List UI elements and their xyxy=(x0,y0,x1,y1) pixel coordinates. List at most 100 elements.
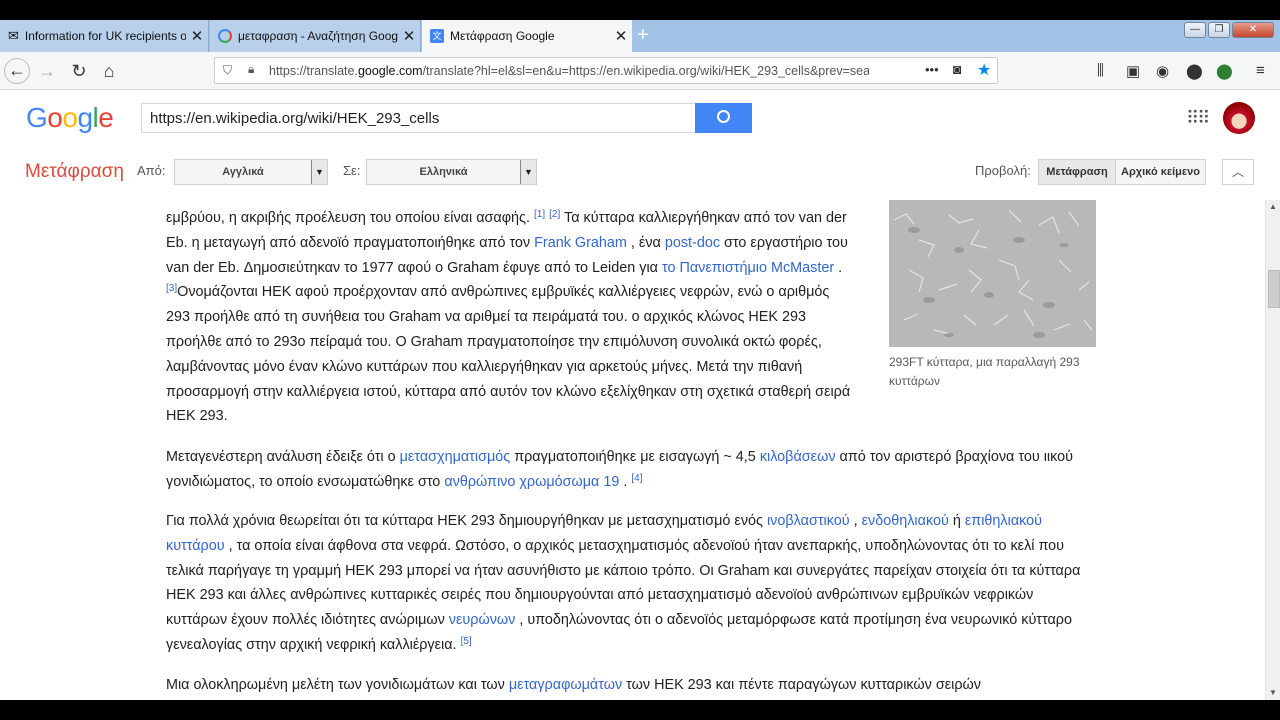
chevron-down-icon: ▼ xyxy=(311,160,327,184)
paragraph-text: των HEK 293 και πέντε παραγώγων κυτταρικ… xyxy=(626,677,981,693)
avatar[interactable] xyxy=(1223,102,1255,134)
paragraph-text: Για πολλά χρόνια θεωρείται ότι τα κύτταρ… xyxy=(166,513,763,529)
page-scrollbar[interactable]: ▲ ▼ xyxy=(1265,200,1280,700)
source-language-value: Αγγλικά xyxy=(222,166,264,178)
paragraph-text: εμβρύου, η ακριβής προέλευση του οποίου … xyxy=(166,210,530,226)
collapse-toolbar-button[interactable]: ︿ xyxy=(1222,159,1254,185)
paragraph-text: Μια ολοκληρωμένη μελέτη των γονιδιωμάτων… xyxy=(166,677,505,693)
apps-grid-icon[interactable]: ⠿⠿ xyxy=(1186,108,1210,129)
paragraph-text: . xyxy=(838,259,843,276)
link-transformation[interactable]: μετασχηματισμός xyxy=(400,449,511,465)
logo-letter: g xyxy=(77,102,93,133)
extension-green-icon[interactable]: ⬤ xyxy=(1216,62,1233,80)
menu-icon[interactable]: ≡ xyxy=(1256,62,1265,79)
close-window-button[interactable]: ✕ xyxy=(1232,22,1274,38)
tab-google-translate[interactable]: 文 Μετάφραση Google ✕ xyxy=(422,20,632,52)
article-content: 293FT κύτταρα, μια παραλλαγή 293 κυττάρω… xyxy=(0,200,1280,700)
from-label: Από: xyxy=(137,163,166,178)
forward-icon[interactable]: → xyxy=(34,58,60,84)
link-neurons[interactable]: νευρώνων xyxy=(449,612,516,628)
logo-letter: G xyxy=(26,102,48,133)
tab-information-uk[interactable]: ✉ Information for UK recipients o ✕ xyxy=(0,20,209,52)
citation-link[interactable]: [2] xyxy=(549,209,560,220)
tab-title: Information for UK recipients o xyxy=(24,29,186,43)
paragraph-4: Μια ολοκληρωμένη μελέτη των γονιδιωμάτων… xyxy=(166,673,1096,698)
view-translation-button[interactable]: Μετάφραση xyxy=(1038,159,1116,185)
tab-google-search[interactable]: μεταφραση - Αναζήτηση Goog ✕ xyxy=(210,20,421,52)
citation-link[interactable]: [4] xyxy=(631,473,642,484)
close-tab-icon[interactable]: ✕ xyxy=(610,27,632,45)
address-bar[interactable]: ⛉ 🔒︎ https://translate.google.com/transl… xyxy=(214,57,998,84)
shield-icon[interactable]: ⛉ xyxy=(223,63,232,78)
citation-link[interactable]: [3] xyxy=(166,283,177,294)
paragraph-text: . xyxy=(623,473,628,490)
close-tab-icon[interactable]: ✕ xyxy=(398,27,420,45)
account-icon[interactable]: ◉ xyxy=(1156,62,1169,80)
link-post-doc[interactable]: post-doc xyxy=(665,235,720,251)
lock-icon[interactable]: 🔒︎ xyxy=(248,62,254,77)
link-mcmaster-university[interactable]: το Πανεπιστήμιο McMaster xyxy=(662,260,834,276)
library-icon[interactable]: ⫼ xyxy=(1097,62,1104,79)
page-actions-icon[interactable]: ••• xyxy=(925,62,939,77)
link-transcriptomes[interactable]: μεταγραφωμάτων xyxy=(509,677,622,693)
citation-link[interactable]: [1] xyxy=(534,209,545,220)
scroll-down-icon[interactable]: ▼ xyxy=(1269,688,1277,697)
google-icon xyxy=(218,29,232,43)
paragraph-text: ή xyxy=(952,513,961,529)
translate-icon: 文 xyxy=(430,29,444,43)
google-header: Google https://en.wikipedia.org/wiki/HEK… xyxy=(0,90,1280,146)
reload-icon[interactable]: ↻ xyxy=(66,58,92,84)
link-fibroblast[interactable]: ινοβλαστικού xyxy=(767,513,850,529)
screen-top-border xyxy=(0,0,1280,20)
link-chromosome-19[interactable]: ανθρώπινο χρωμόσωμα 19 xyxy=(444,474,619,490)
translate-toolbar: Μετάφραση Από: Αγγλικά ▼ Σε: Ελληνικά ▼ … xyxy=(0,146,1280,201)
minimize-button[interactable]: — xyxy=(1184,22,1206,38)
scroll-up-icon[interactable]: ▲ xyxy=(1269,202,1277,211)
new-tab-icon[interactable]: + xyxy=(637,24,649,47)
paragraph-text: Ονομάζονται HEK αφού προέρχονταν από ανθ… xyxy=(166,284,851,425)
back-icon[interactable]: ← xyxy=(4,58,30,84)
paragraph-text: Μεταγενέστερη ανάλυση έδειξε ότι ο xyxy=(166,449,396,465)
paragraph-text: , ένα xyxy=(630,234,661,251)
citation-link[interactable]: [5] xyxy=(461,636,472,647)
link-endothelial[interactable]: ενδοθηλιακού xyxy=(862,513,949,529)
chevron-up-icon: ︿ xyxy=(1231,165,1244,179)
sidebar-icon[interactable]: ▣ xyxy=(1126,62,1140,80)
paragraph-2: Μεταγενέστερη ανάλυση έδειξε ότι ο μετασ… xyxy=(166,445,1096,495)
target-language-select[interactable]: Ελληνικά ▼ xyxy=(366,159,537,185)
target-language-value: Ελληνικά xyxy=(419,166,468,178)
mail-icon: ✉ xyxy=(8,28,19,43)
paragraph-1: εμβρύου, η ακριβής προέλευση του οποίου … xyxy=(166,206,856,429)
tab-title: μεταφραση - Αναζήτηση Goog xyxy=(238,29,398,43)
search-input[interactable]: https://en.wikipedia.org/wiki/HEK_293_ce… xyxy=(141,103,697,133)
hek293-cells-image[interactable] xyxy=(889,200,1096,347)
translate-title[interactable]: Μετάφραση xyxy=(25,161,124,183)
url-text[interactable]: https://translate.google.com/translate?h… xyxy=(269,64,869,78)
google-logo[interactable]: Google xyxy=(26,102,114,134)
home-icon[interactable]: ⌂ xyxy=(96,58,122,84)
extension-icon[interactable]: ⬤ xyxy=(1186,62,1203,80)
view-original-button[interactable]: Αρχικό κείμενο xyxy=(1115,159,1206,185)
paragraph-3: Για πολλά χρόνια θεωρείται ότι τα κύτταρ… xyxy=(166,509,1096,658)
cell-micrograph xyxy=(889,200,1096,347)
link-frank-graham[interactable]: Frank Graham xyxy=(534,235,627,251)
logo-letter: e xyxy=(98,102,114,133)
scrollbar-thumb[interactable] xyxy=(1268,270,1280,308)
source-language-select[interactable]: Αγγλικά ▼ xyxy=(174,159,328,185)
tab-strip: ✉ Information for UK recipients o ✕ μετα… xyxy=(0,20,1280,52)
screen-bottom-border xyxy=(0,700,1280,720)
to-label: Σε: xyxy=(343,163,361,178)
navigation-bar: ← → ↻ ⌂ ⛉ 🔒︎ https://translate.google.co… xyxy=(0,52,1280,90)
tab-title: Μετάφραση Google xyxy=(450,29,555,43)
chevron-down-icon: ▼ xyxy=(520,160,536,184)
maximize-button[interactable]: ❐ xyxy=(1208,22,1230,38)
search-button[interactable] xyxy=(695,103,752,133)
bookmark-star-icon[interactable]: ★ xyxy=(977,60,991,80)
paragraph-text: πραγματοποιήθηκε με εισαγωγή ~ 4,5 xyxy=(514,449,756,465)
logo-letter: o xyxy=(62,102,78,133)
close-tab-icon[interactable]: ✕ xyxy=(186,27,208,45)
view-label: Προβολή: xyxy=(975,163,1031,178)
search-icon xyxy=(717,110,730,123)
link-kilobases[interactable]: κιλοβάσεων xyxy=(760,449,836,465)
pocket-icon[interactable]: ◙ xyxy=(953,61,961,77)
